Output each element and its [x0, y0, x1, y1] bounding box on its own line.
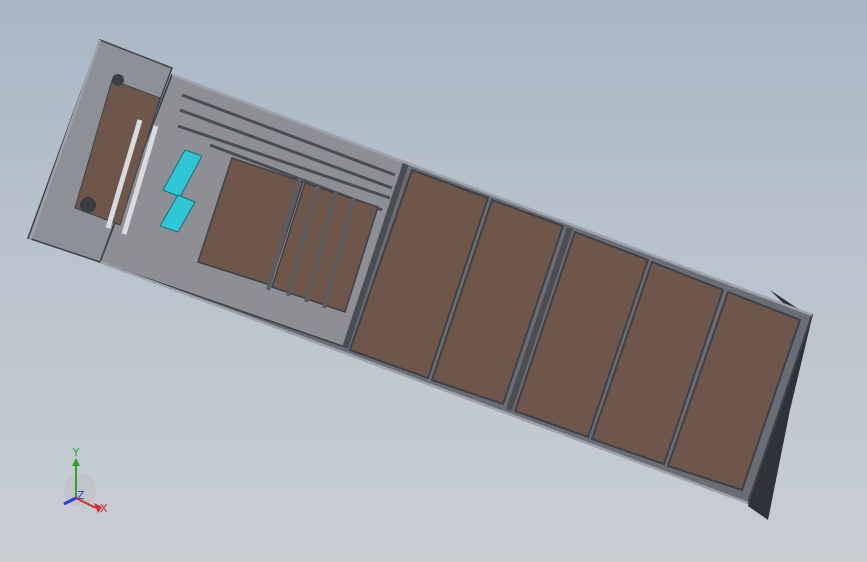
y-axis-label: Y: [72, 446, 80, 459]
x-axis-label: X: [100, 502, 108, 515]
y-axis-arrow: [72, 458, 80, 466]
model-viewport[interactable]: Y X Z: [0, 0, 867, 562]
machine-assembly[interactable]: [27, 39, 814, 505]
coordinate-triad: Y X Z: [63, 446, 108, 515]
z-axis-label: Z: [77, 489, 85, 502]
